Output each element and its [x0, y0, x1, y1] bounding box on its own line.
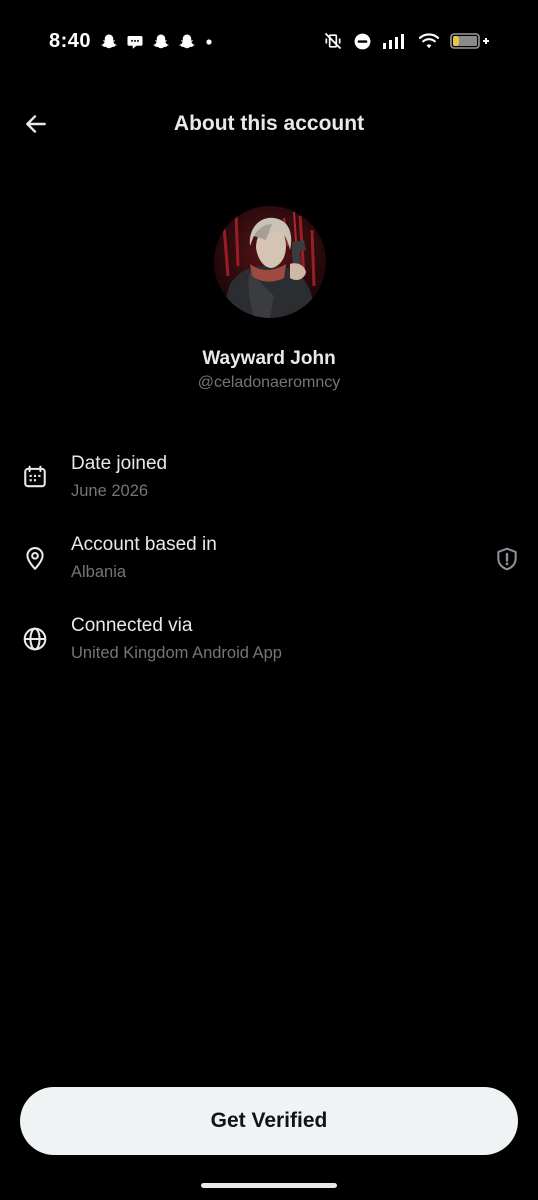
- header: About this account: [0, 96, 538, 156]
- account-based-in-row: Account based in Albania: [0, 534, 538, 594]
- chat-bubble-icon: [126, 33, 144, 51]
- get-verified-button[interactable]: Get Verified: [20, 1087, 518, 1155]
- display-name: Wayward John: [202, 348, 336, 369]
- snapchat-icon: [152, 33, 170, 51]
- vibrate-off-icon: [323, 31, 343, 51]
- home-indicator[interactable]: [201, 1183, 337, 1188]
- calendar-icon: [21, 463, 49, 491]
- avatar[interactable]: [214, 206, 326, 318]
- shield-alert-button[interactable]: [493, 547, 521, 575]
- page-title: About this account: [173, 112, 365, 135]
- notification-icons: [100, 33, 214, 51]
- status-bar: 8:40: [0, 0, 538, 86]
- system-icons: [323, 31, 490, 51]
- account-based-in-value: Albania: [71, 563, 127, 581]
- date-joined-row: Date joined June 2026: [0, 453, 538, 513]
- username-handle: @celadonaeromncy: [197, 374, 341, 391]
- connected-via-label: Connected via: [71, 615, 193, 636]
- do-not-disturb-icon: [353, 32, 372, 51]
- globe-icon: [21, 625, 49, 653]
- dot-icon: [204, 33, 214, 51]
- connected-via-row: Connected via United Kingdom Android App: [0, 615, 538, 675]
- status-time: 8:40: [49, 30, 92, 52]
- snapchat-icon: [100, 33, 118, 51]
- shield-alert-icon: [494, 546, 520, 577]
- connected-via-value: United Kingdom Android App: [71, 644, 282, 662]
- location-pin-icon: [21, 544, 49, 572]
- snapchat-icon: [178, 33, 196, 51]
- date-joined-value: June 2026: [71, 482, 149, 500]
- battery-charging-icon: [450, 31, 490, 51]
- signal-icon: [382, 32, 408, 50]
- wifi-icon: [418, 32, 440, 50]
- date-joined-label: Date joined: [71, 453, 168, 474]
- account-based-in-label: Account based in: [71, 534, 217, 555]
